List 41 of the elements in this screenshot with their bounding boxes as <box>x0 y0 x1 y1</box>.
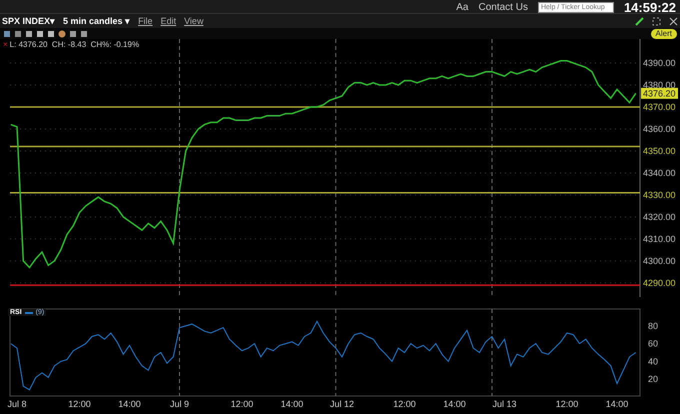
axis-label: 14:00 <box>606 399 628 409</box>
alert-button[interactable]: Alert <box>650 28 677 38</box>
axis-label: 12:00 <box>68 399 91 409</box>
axis-label: 4390.00 <box>643 58 676 68</box>
menu-item[interactable]: Edit <box>160 16 176 26</box>
expand-icon[interactable] <box>652 16 661 26</box>
axis-label: 12:00 <box>230 399 254 409</box>
axis-label: 20 <box>648 374 658 384</box>
close-mark[interactable]: × <box>3 40 8 49</box>
axis-label: 4300.00 <box>643 256 676 266</box>
axis-label: 4360.00 <box>643 124 676 134</box>
menu-item[interactable]: File <box>138 16 153 26</box>
axis-label: 4380.00 <box>643 80 676 90</box>
axis-label: 60 <box>648 338 658 349</box>
font-size-button[interactable]: Aa <box>456 2 468 13</box>
contact-link[interactable]: Contact Us <box>478 2 528 13</box>
quote-text: L: 4376.20 CH: -8.43 CH%: -0.19% <box>10 40 140 49</box>
axis-label: 4370.00 <box>643 102 676 112</box>
axis-label: 14:00 <box>443 399 466 409</box>
axis-label: 4310.00 <box>643 234 676 244</box>
axis-label: Jul 9 <box>170 399 189 409</box>
axis-label: 12:00 <box>393 399 416 409</box>
axis-label: 4340.00 <box>643 168 676 178</box>
axis-label: 80 <box>648 320 658 331</box>
axis-label: Jul 13 <box>492 399 517 409</box>
menu-item[interactable]: View <box>184 16 204 26</box>
axis-label: Jul 12 <box>330 399 354 409</box>
axis-label: 14:00 <box>118 399 141 409</box>
axis-label: 4330.00 <box>643 190 676 200</box>
close-icon[interactable] <box>669 16 678 26</box>
axis-label: 14:00 <box>280 399 304 409</box>
axis-label: 4290.00 <box>643 278 676 288</box>
axis-label: 12:00 <box>556 399 578 409</box>
clock-text: 14:59:22 <box>624 2 676 13</box>
last-price-tag: 4376.20 <box>641 88 678 99</box>
axis-label: 40 <box>648 356 658 366</box>
interval-dropdown[interactable]: 5 min candles ▾ <box>63 16 130 26</box>
axis-label: 4350.00 <box>643 146 676 156</box>
symbol-dropdown[interactable]: SPX INDEX▾ <box>2 16 56 26</box>
axis-label: Jul 8 <box>8 399 26 409</box>
axis-label: 4320.00 <box>643 212 676 222</box>
